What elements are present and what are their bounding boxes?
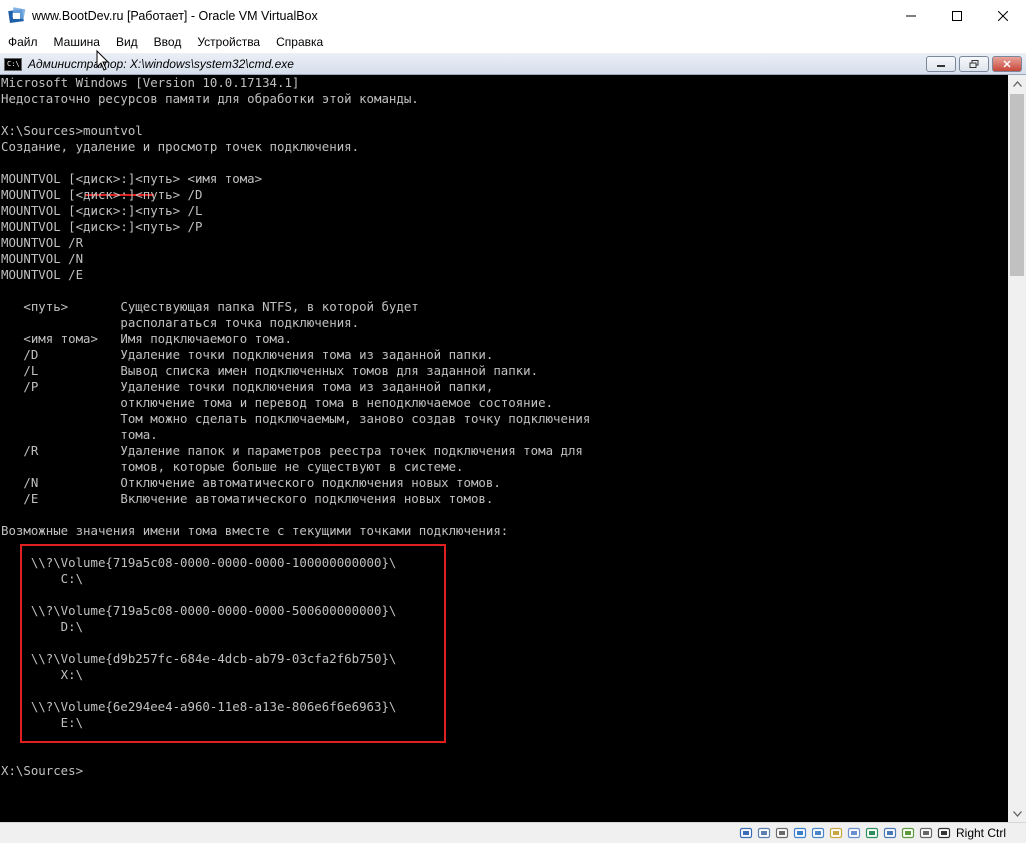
- console-line: располагаться точка подключения.: [1, 315, 360, 330]
- console-line: томов, которые больше не существуют в си…: [1, 459, 464, 474]
- console-line: тома.: [1, 427, 158, 442]
- window-titlebar: www.BootDev.ru [Работает] - Oracle VM Vi…: [0, 0, 1026, 32]
- maximize-button[interactable]: [934, 0, 980, 32]
- console-line: E:\: [1, 715, 84, 730]
- cmd-restore-button[interactable]: [959, 56, 989, 72]
- console-line: /D Удаление точки подключения тома из за…: [1, 347, 494, 362]
- cmd-title: Администратор: X:\windows\system32\cmd.e…: [28, 57, 294, 71]
- window-title: www.BootDev.ru [Работает] - Oracle VM Vi…: [32, 9, 318, 23]
- menu-help[interactable]: Справка: [268, 32, 331, 53]
- console-line: X:\Sources>mountvol: [1, 123, 143, 138]
- console-line: /P Удаление точки подключения тома из за…: [1, 379, 494, 394]
- menu-file[interactable]: Файл: [0, 32, 46, 53]
- console-line: Создание, удаление и просмотр точек подк…: [1, 139, 360, 154]
- menu-view[interactable]: Вид: [108, 32, 146, 53]
- vm-display[interactable]: C:\ Администратор: X:\windows\system32\c…: [0, 54, 1026, 822]
- cmd-close-button[interactable]: [992, 56, 1022, 72]
- hdd-icon[interactable]: [738, 825, 754, 841]
- menu-input[interactable]: Ввод: [146, 32, 190, 53]
- console-line: \\?\Volume{6e294ee4-a960-11e8-a13e-806e6…: [1, 699, 397, 714]
- cmd-icon-text: C:\: [7, 59, 20, 68]
- minimize-button[interactable]: [888, 0, 934, 32]
- console-line: D:\: [1, 619, 84, 634]
- cmd-minimize-button[interactable]: [926, 56, 956, 72]
- chevron-up-icon: [1012, 80, 1022, 87]
- console-line: /L Вывод списка имен подключенных томов …: [1, 363, 539, 378]
- close-icon: [1003, 60, 1011, 68]
- audio-icon[interactable]: [774, 825, 790, 841]
- console-output[interactable]: Microsoft Windows [Version 10.0.17134.1]…: [0, 75, 1008, 822]
- console-line: <имя тома> Имя подключаемого тома.: [1, 331, 292, 346]
- cmd-titlebar: C:\ Администратор: X:\windows\system32\c…: [0, 54, 1026, 75]
- console-line: MOUNTVOL [<диск>:]<путь> <имя тома>: [1, 171, 263, 186]
- console-line: MOUNTVOL /N: [1, 251, 84, 266]
- minimize-icon: [906, 15, 916, 17]
- menu-bar: Файл Машина Вид Ввод Устройства Справка: [0, 32, 1026, 54]
- console-line: MOUNTVOL [<диск>:]<путь> /P: [1, 219, 203, 234]
- console-line: MOUNTVOL /R: [1, 235, 84, 250]
- console-line: X:\: [1, 667, 84, 682]
- menu-devices[interactable]: Устройства: [189, 32, 268, 53]
- close-button[interactable]: [980, 0, 1026, 32]
- console-line: Microsoft Windows [Version 10.0.17134.1]: [1, 75, 300, 90]
- status-bar: Right Ctrl: [0, 822, 1026, 843]
- usb-icon[interactable]: [810, 825, 826, 841]
- console-line: /N Отключение автоматического подключени…: [1, 475, 501, 490]
- console-line: \\?\Volume{d9b257fc-684e-4dcb-ab79-03cfa…: [1, 651, 397, 666]
- virtualbox-icon: [8, 7, 26, 24]
- console-line: Возможные значения имени тома вместе с т…: [1, 523, 509, 538]
- console-line: отключение тома и перевод тома в неподкл…: [1, 395, 554, 410]
- host-key-label: Right Ctrl: [955, 826, 1006, 840]
- scroll-down-button[interactable]: [1008, 805, 1026, 822]
- console-line: C:\: [1, 571, 84, 586]
- close-icon: [998, 11, 1008, 21]
- console-line: \\?\Volume{719a5c08-0000-0000-0000-10000…: [1, 555, 397, 570]
- chevron-down-icon: [1012, 810, 1022, 817]
- virtualization-icon[interactable]: [900, 825, 916, 841]
- console-scrollbar[interactable]: [1008, 75, 1026, 822]
- display-icon[interactable]: [846, 825, 862, 841]
- console-line: X:\Sources>: [1, 763, 84, 778]
- console-line: Недостаточно ресурсов памяти для обработ…: [1, 91, 419, 106]
- minimize-icon: [937, 65, 945, 67]
- optical-drive-icon[interactable]: [756, 825, 772, 841]
- shared-folders-icon[interactable]: [828, 825, 844, 841]
- cmd-app-icon: C:\: [4, 57, 22, 71]
- console-line: <путь> Существующая папка NTFS, в которо…: [1, 299, 419, 314]
- scroll-up-button[interactable]: [1008, 75, 1026, 92]
- mouse-cursor-icon: [96, 50, 110, 71]
- console-line: /R Удаление папок и параметров реестра т…: [1, 443, 583, 458]
- cpu-icon[interactable]: [882, 825, 898, 841]
- scroll-thumb[interactable]: [1010, 94, 1024, 276]
- console-line: Том можно сделать подключаемым, заново с…: [1, 411, 591, 426]
- video-capture-icon[interactable]: [864, 825, 880, 841]
- console-line: MOUNTVOL [<диск>:]<путь> /L: [1, 203, 203, 218]
- maximize-icon: [952, 11, 962, 21]
- restore-icon: [969, 60, 979, 68]
- console-line: /E Включение автоматического подключения…: [1, 491, 494, 506]
- mouse-integration-icon[interactable]: [918, 825, 934, 841]
- network-icon[interactable]: [792, 825, 808, 841]
- console-line: MOUNTVOL [<диск>:]<путь> /D: [1, 187, 203, 202]
- console-line: \\?\Volume{719a5c08-0000-0000-0000-50060…: [1, 603, 397, 618]
- keyboard-icon[interactable]: [936, 825, 952, 841]
- console-line: MOUNTVOL /E: [1, 267, 84, 282]
